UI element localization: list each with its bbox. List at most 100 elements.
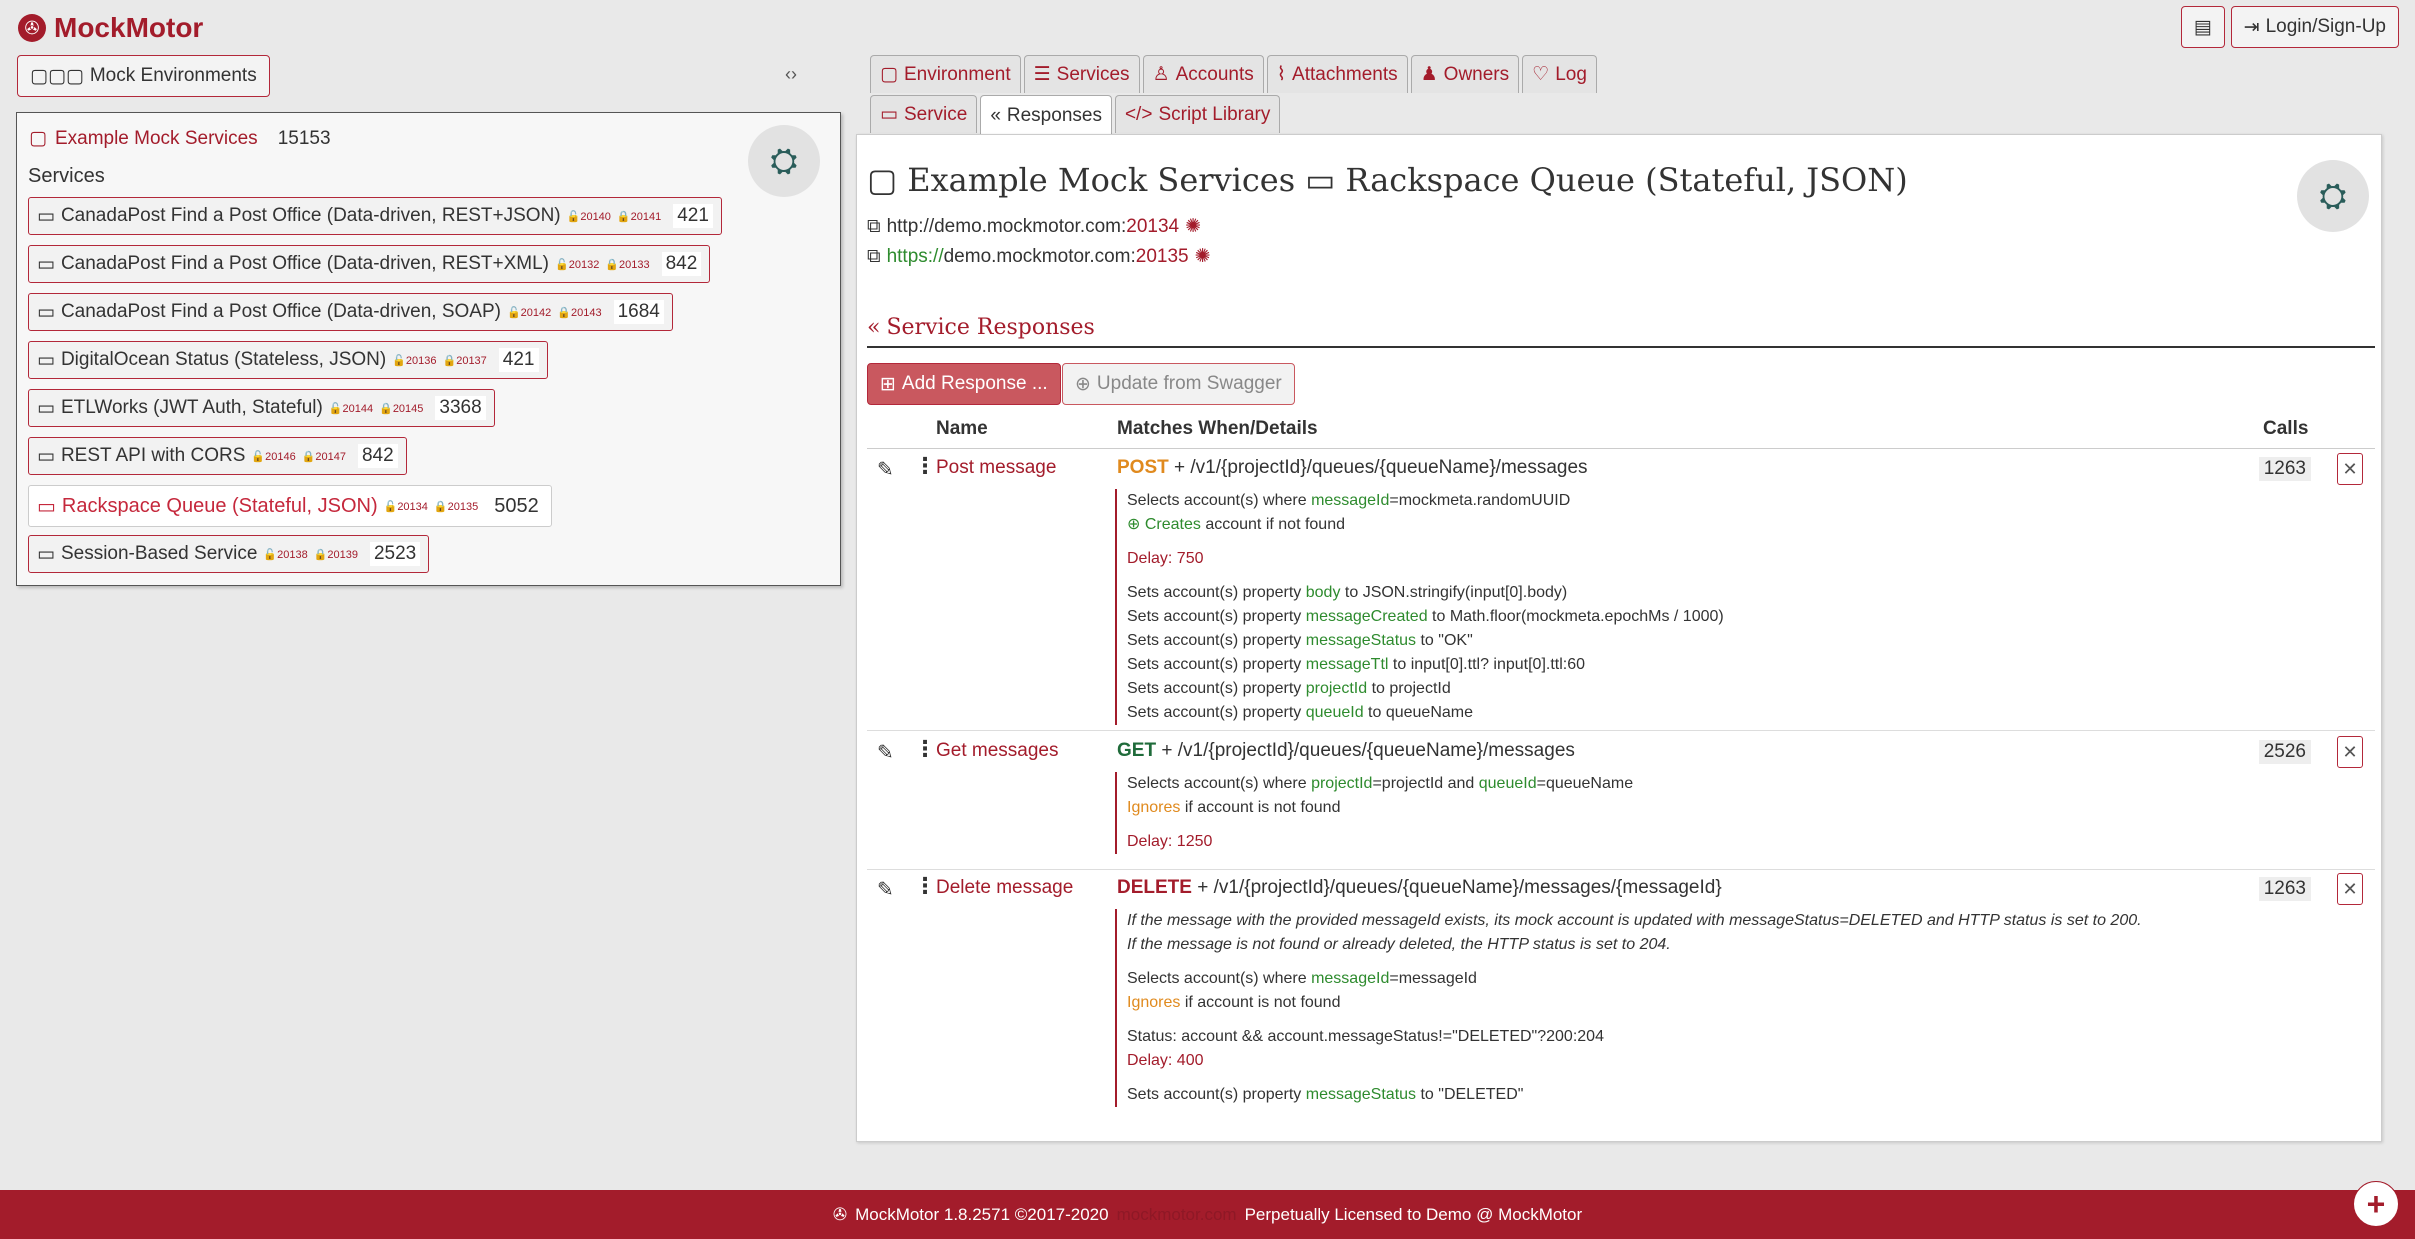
prop-line: Sets account(s) property messageCreated … <box>1127 608 1724 625</box>
service-item[interactable]: ▭ CanadaPost Find a Post Office (Data-dri… <box>28 245 711 283</box>
service-item[interactable]: ▭ CanadaPost Find a Post Office (Data-dri… <box>28 293 673 331</box>
response-details: Selects account(s) where projectId=proje… <box>1115 772 1633 854</box>
login-label: Login/Sign-Up <box>2265 16 2386 37</box>
calls-count: 2523 <box>369 542 421 566</box>
status-line: Status: account && account.messageStatus… <box>1127 1028 1604 1045</box>
http-port: 20134 <box>1126 215 1180 237</box>
column-calls: Calls <box>2263 418 2309 439</box>
service-item-active[interactable]: ▭ Rackspace Queue (Stateful, JSON) 🔓20134 🔒… <box>28 485 552 527</box>
tab-script-library[interactable]: </> Script Library <box>1114 95 1281 133</box>
heartbeat-icon: ♡ <box>1532 64 1550 85</box>
tab-responses[interactable]: «Responses <box>980 95 1112 135</box>
edit-icon[interactable]: ✎ <box>877 740 894 765</box>
update-from-swagger-button[interactable]: ⊕ Update from Swagger <box>1062 363 1295 405</box>
prop-line: Sets account(s) property messageTtl to i… <box>1127 656 1586 673</box>
https-port: 🔒20141 <box>616 210 662 223</box>
tab-environment[interactable]: ▢ Environment <box>870 55 1021 93</box>
calls-count: 421 <box>498 348 539 372</box>
select-line: Selects account(s) where messageId=mockm… <box>1127 492 1571 509</box>
add-fab-button[interactable]: + <box>2353 1181 2399 1227</box>
footer: ✇ MockMotor 1.8.2571 ©2017-2020 mockmoto… <box>0 1190 2415 1239</box>
paperclip-icon: ⌇ <box>1276 64 1287 85</box>
plus-icon: + <box>2366 1185 2386 1222</box>
select-line: Selects account(s) where messageId=messa… <box>1127 970 1477 987</box>
calls-count: 421 <box>673 204 713 228</box>
http-port: 🔓20134 <box>383 500 428 513</box>
lightbulb-icon[interactable]: ✺ <box>1185 215 1201 238</box>
mock-environments-button[interactable]: ▢▢▢ Mock Environments <box>17 55 270 97</box>
section-title: « Service Responses <box>867 308 2375 348</box>
tab-accounts[interactable]: ♙ Accounts <box>1142 55 1264 93</box>
notes-button[interactable]: ▤ <box>2180 6 2225 48</box>
tab-log[interactable]: ♡ Log <box>1522 55 1597 93</box>
app-brand[interactable]: ✇ MockMotor <box>18 12 203 44</box>
delete-button[interactable]: ✕ <box>2337 736 2363 768</box>
lightbulb-icon[interactable]: ✺ <box>1195 245 1211 268</box>
footer-version: MockMotor 1.8.2571 ©2017-2020 <box>855 1204 1109 1224</box>
users-icon: ♟ <box>1420 64 1438 85</box>
tab-services[interactable]: ☰ Services <box>1023 55 1140 93</box>
divider <box>867 730 2375 731</box>
delay-line: Delay: 1250 <box>1127 833 1213 850</box>
copy-icon[interactable]: ⧉ <box>867 216 881 238</box>
https-port: 🔒20137 <box>442 354 487 367</box>
https-port: 🔒20135 <box>433 500 479 513</box>
env-name: Example Mock Services <box>907 161 1296 199</box>
footer-site-link[interactable]: mockmotor.com <box>1117 1205 1237 1225</box>
http-url: ⧉ http://demo.mockmotor.com: 20134 ✺ <box>867 215 1201 238</box>
response-details: If the message with the provided message… <box>1115 909 2142 1107</box>
copy-icon[interactable]: ⧉ <box>867 246 881 268</box>
edit-icon[interactable]: ✎ <box>877 877 894 902</box>
environment-count: 15153 <box>277 127 331 149</box>
service-item[interactable]: ▭ REST API with CORS 🔓20146 🔒20147 842 <box>28 437 407 475</box>
response-name[interactable]: Delete message <box>936 877 1073 899</box>
tab-attachments[interactable]: ⌇ Attachments <box>1266 55 1408 93</box>
service-item[interactable]: ▭ ETLWorks (JWT Auth, Stateful) 🔓20144 🔒201… <box>28 389 495 427</box>
server-icon: ▭ <box>1305 161 1336 199</box>
server-icon: ▭ <box>37 253 55 275</box>
tab-service[interactable]: ▭ Service <box>870 95 978 133</box>
response-name[interactable]: Get messages <box>936 740 1059 762</box>
service-tabs: ▭ Service «Responses </> Script Library <box>870 95 1281 135</box>
service-list: ▭ CanadaPost Find a Post Office (Data-dri… <box>28 197 722 583</box>
notfound-line: Ignores if account is not found <box>1127 799 1341 816</box>
service-item[interactable]: ▭ DigitalOcean Status (Stateless, JSON) 🔓2… <box>28 341 548 379</box>
login-button[interactable]: ⇥ Login/Sign-Up <box>2230 6 2399 48</box>
calls-count: 842 <box>357 444 398 468</box>
delay-line: Delay: 400 <box>1127 1052 1204 1069</box>
tab-owners[interactable]: ♟ Owners <box>1410 55 1520 93</box>
https-host[interactable]: demo.mockmotor.com: <box>944 246 1136 268</box>
http-port: 🔓20142 <box>506 306 552 319</box>
delete-button[interactable]: ✕ <box>2337 873 2363 905</box>
response-details: Selects account(s) where messageId=mockm… <box>1115 489 1724 725</box>
server-icon: ▭ <box>37 301 55 323</box>
http-port: 🔓20146 <box>251 450 296 463</box>
menu-dots-icon[interactable]: ⋮ <box>914 736 936 762</box>
menu-dots-icon[interactable]: ⋮ <box>914 873 936 899</box>
collapse-panel-icon[interactable]: ‹› <box>785 64 797 85</box>
server-icon: ▭ <box>37 397 55 419</box>
service-item[interactable]: ▭ Session-Based Service 🔓20138 🔒20139 2523 <box>28 535 430 573</box>
add-response-button[interactable]: ⊞ Add Response ... <box>867 363 1061 405</box>
response-match: DELETE + /v1/{projectId}/queues/{queueNa… <box>1117 877 1722 899</box>
column-name: Name <box>936 418 988 439</box>
delay-line: Delay: 750 <box>1127 550 1204 567</box>
http-url-text[interactable]: http://demo.mockmotor.com: <box>887 216 1127 238</box>
path: + /v1/{projectId}/queues/{queueName}/mes… <box>1174 457 1588 478</box>
environment-panel: ▢ Example Mock Services 15153 Services ⛭… <box>16 112 841 586</box>
calls-count: 1263 <box>2258 877 2311 901</box>
environment-tabs: ▢ Environment ☰ Services ♙ Accounts ⌇ Attach… <box>870 55 1597 93</box>
select-line: Selects account(s) where projectId=proje… <box>1127 775 1634 792</box>
service-item[interactable]: ▭ CanadaPost Find a Post Office (Data-dri… <box>28 197 722 235</box>
server-icon: ▭ <box>37 495 56 518</box>
calls-count: 1263 <box>2258 457 2311 481</box>
environment-title[interactable]: ▢ Example Mock Services 15153 <box>29 127 331 150</box>
delete-button[interactable]: ✕ <box>2337 453 2363 485</box>
method: DELETE <box>1117 877 1192 898</box>
https-url: ⧉ https://demo.mockmotor.com: 20135 ✺ <box>867 245 1211 268</box>
edit-icon[interactable]: ✎ <box>877 457 894 482</box>
http-port: 🔓20136 <box>392 354 437 367</box>
menu-dots-icon[interactable]: ⋮ <box>914 453 936 479</box>
page-title: ▢ Example Mock Services ▭ Rackspace Queu… <box>867 161 1908 199</box>
response-name[interactable]: Post message <box>936 457 1056 479</box>
